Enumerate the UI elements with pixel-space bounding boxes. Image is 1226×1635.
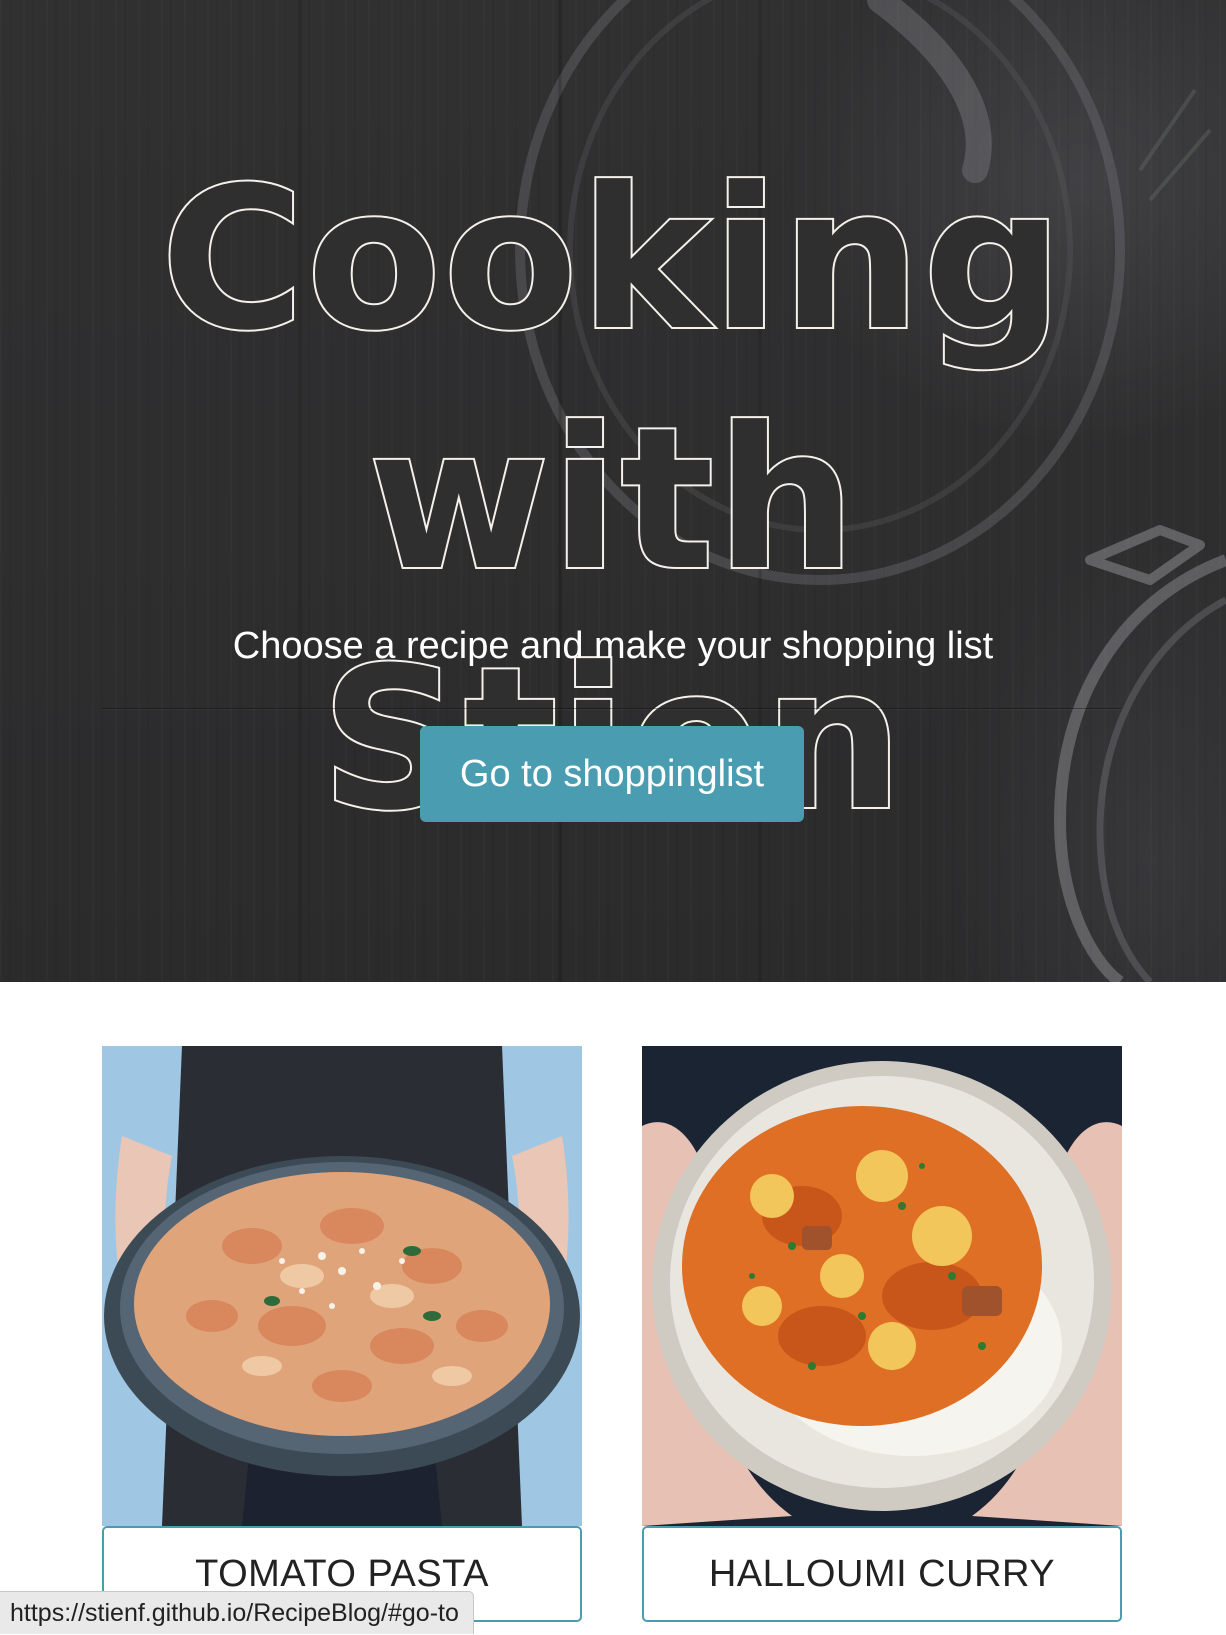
recipe-label-halloumi-curry[interactable]: HALLOUMI CURRY: [642, 1526, 1122, 1622]
recipe-card-tomato-pasta[interactable]: TOMATO PASTA: [102, 1046, 582, 1622]
recipe-card-halloumi-curry[interactable]: HALLOUMI CURRY: [642, 1046, 1122, 1622]
link-status-bar: https://stienf.github.io/RecipeBlog/#go-…: [0, 1591, 474, 1634]
hero-divider: [102, 708, 1122, 709]
halloumi-curry-photo[interactable]: [642, 1046, 1122, 1526]
tomato-pasta-photo[interactable]: [102, 1046, 582, 1526]
go-to-shoppinglist-button[interactable]: Go to shoppinglist: [420, 726, 804, 822]
site-title-line-1: Cooking with: [159, 144, 1066, 616]
hero-section: Cooking with Stien Choose a recipe and m…: [0, 0, 1226, 982]
hero-subtitle: Choose a recipe and make your shopping l…: [232, 625, 994, 667]
